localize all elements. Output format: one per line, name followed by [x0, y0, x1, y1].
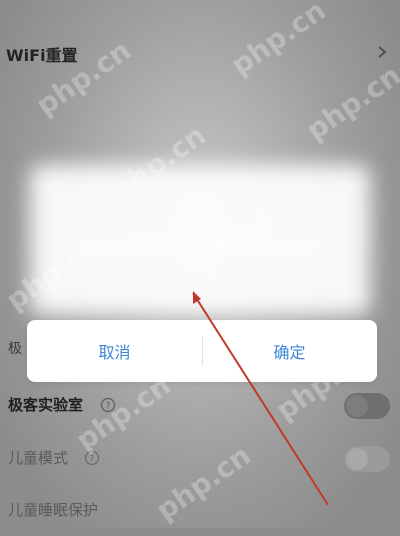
annotation-arrow — [192, 291, 329, 506]
